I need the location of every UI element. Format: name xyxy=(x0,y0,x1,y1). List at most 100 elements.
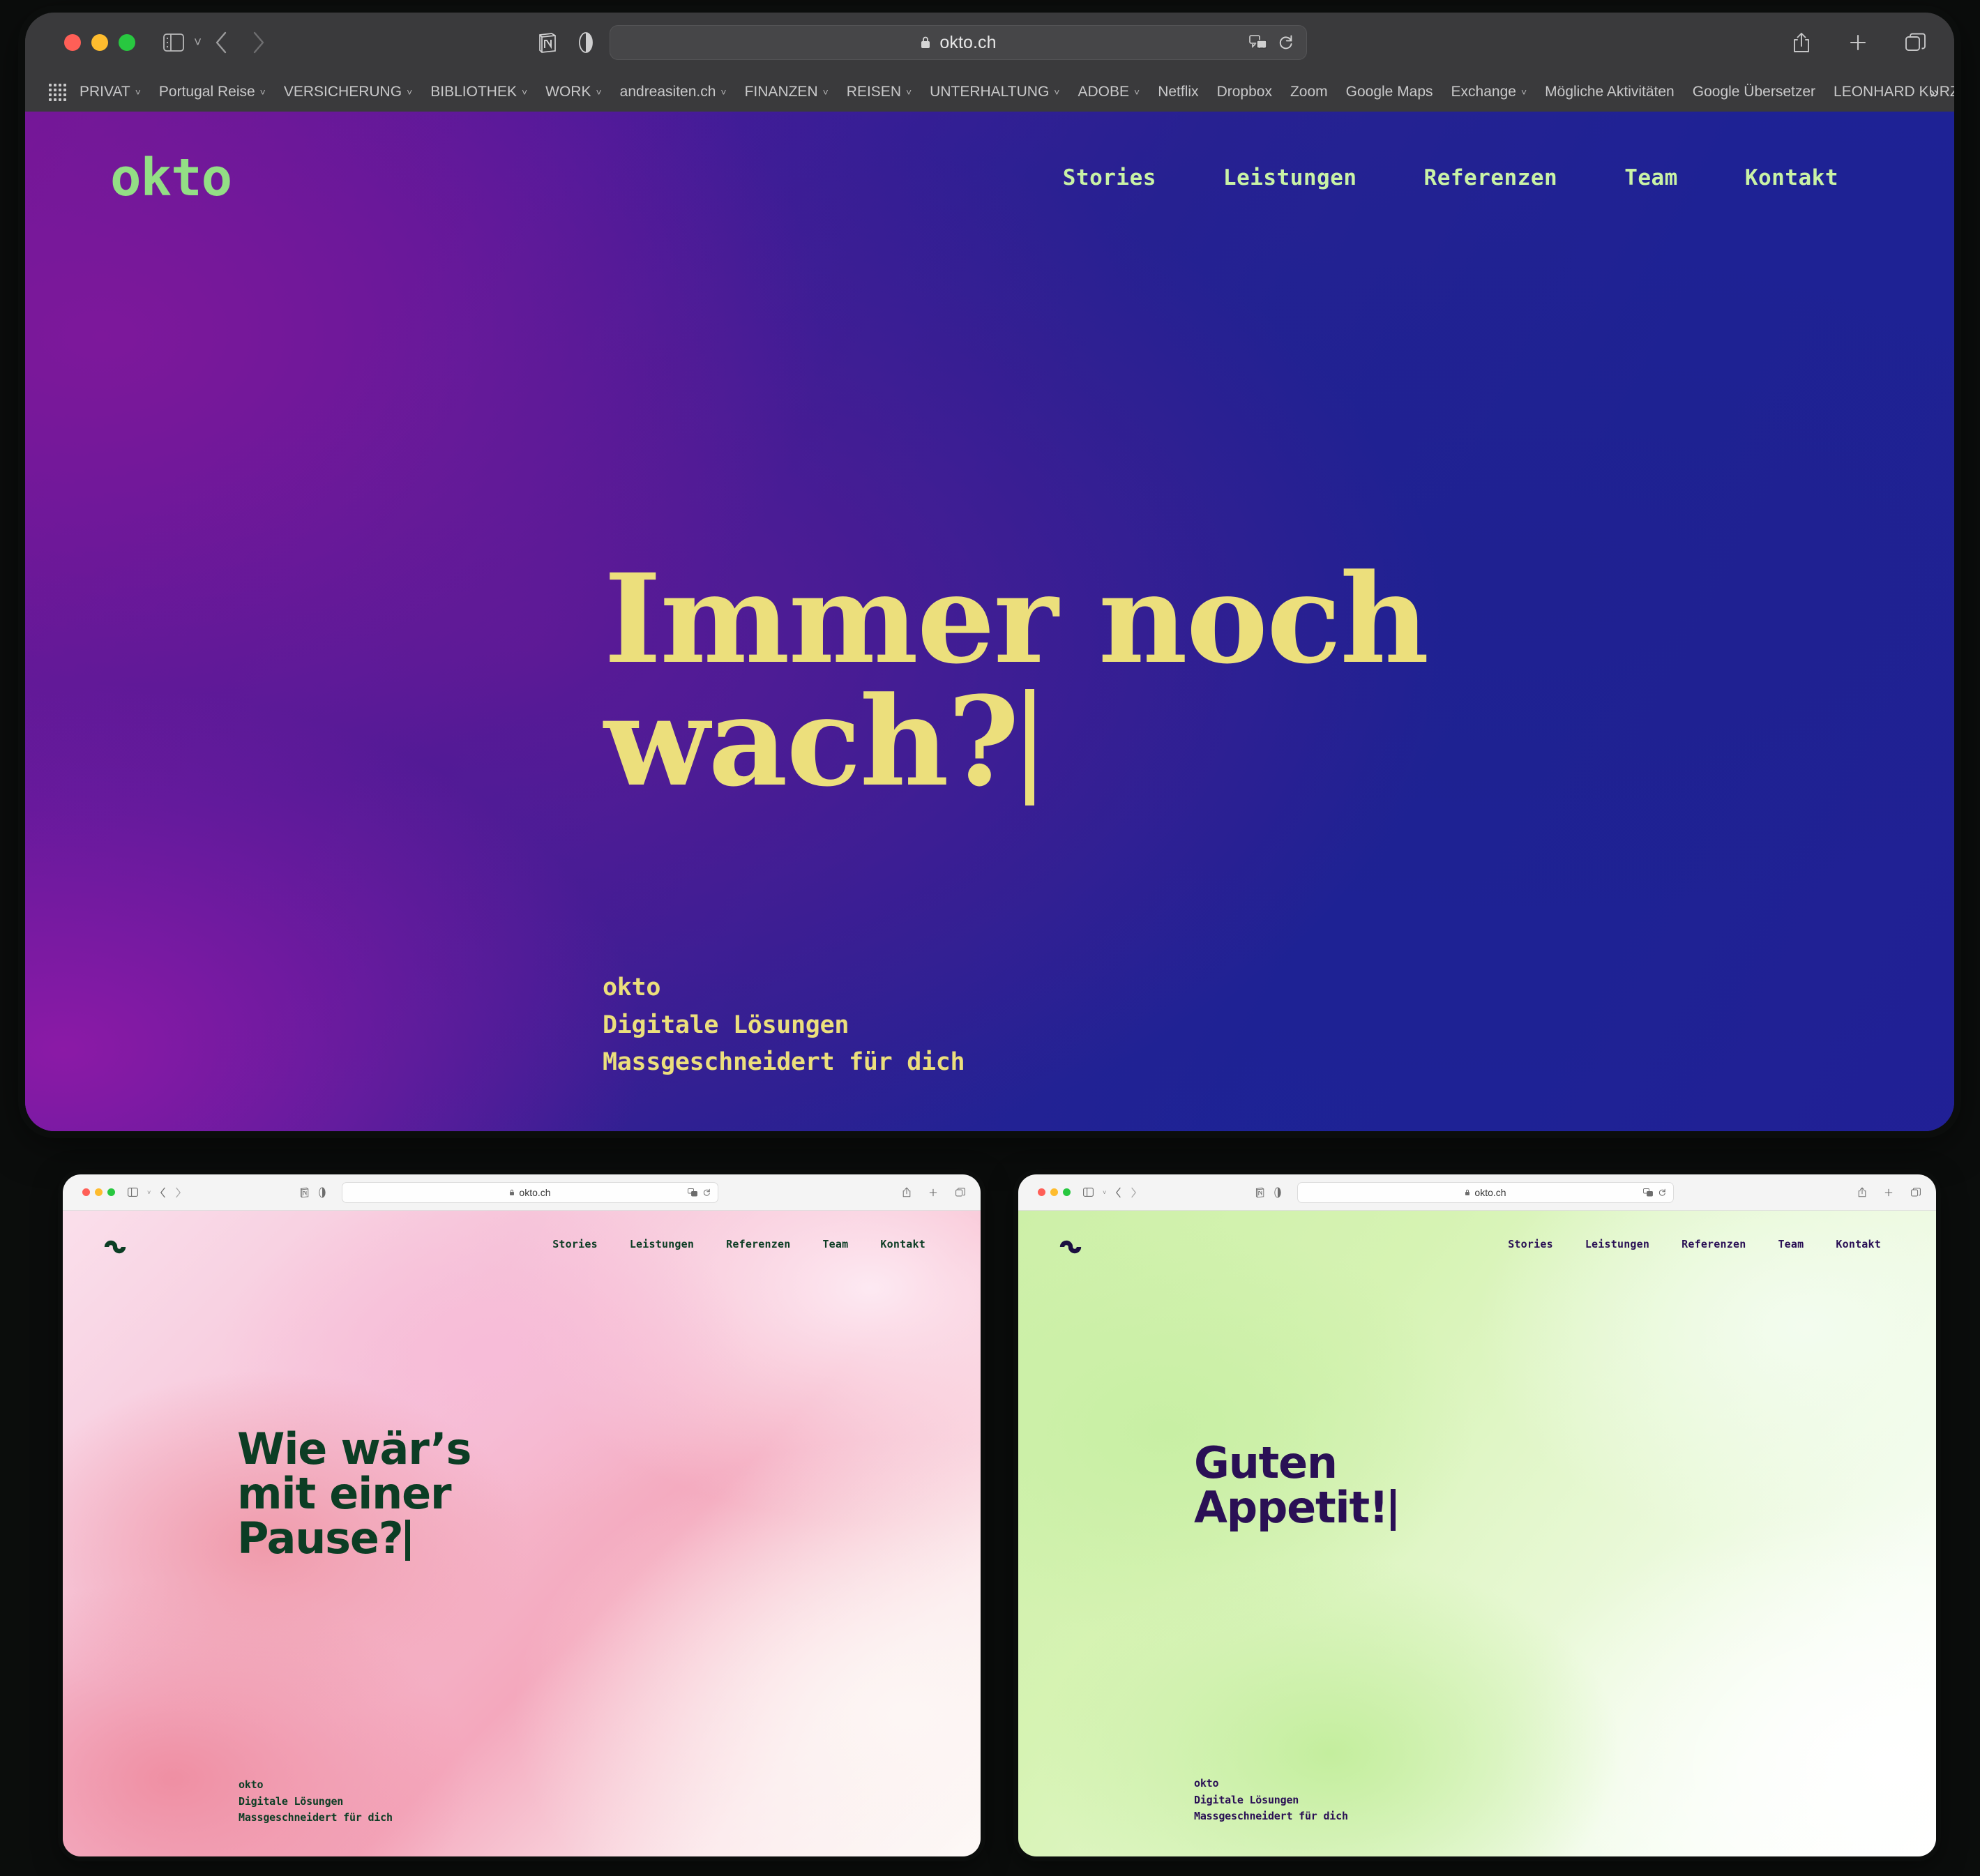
translate-icon[interactable]: 文 xyxy=(1249,35,1267,50)
plus-icon[interactable] xyxy=(1849,33,1867,52)
bookmark-item[interactable]: WORK ˅ xyxy=(536,82,611,103)
chevron-down-icon[interactable]: ˅ xyxy=(194,36,202,50)
translate-icon[interactable] xyxy=(1643,1188,1653,1197)
close-button[interactable] xyxy=(82,1188,90,1196)
minimize-button[interactable] xyxy=(95,1188,103,1196)
bookmark-item[interactable]: PRIVAT ˅ xyxy=(70,82,150,103)
address-bar-actions xyxy=(688,1188,711,1197)
nav-item-stories[interactable]: Stories xyxy=(1492,1238,1569,1250)
nav-item-stories[interactable]: Stories xyxy=(536,1238,614,1250)
plus-icon[interactable] xyxy=(1884,1188,1893,1197)
nav-item-leistungen[interactable]: Leistungen xyxy=(1569,1238,1665,1250)
bookmark-item[interactable]: Mögliche Aktivitäten xyxy=(1536,82,1684,103)
apps-grid-icon[interactable] xyxy=(49,83,66,101)
translate-icon[interactable] xyxy=(688,1188,697,1197)
share-icon[interactable] xyxy=(902,1187,911,1197)
notion-extension-icon[interactable] xyxy=(538,31,557,54)
bookmark-label: Dropbox xyxy=(1216,84,1272,100)
share-icon[interactable] xyxy=(1858,1187,1866,1197)
reader-contrast-icon[interactable] xyxy=(1274,1187,1281,1198)
forward-chevron-icon[interactable] xyxy=(1131,1187,1137,1198)
reload-icon[interactable] xyxy=(703,1188,711,1197)
browser-window-pink: ˅ okto.ch Stories Leistungen Referenzen … xyxy=(63,1174,981,1856)
forward-chevron-icon[interactable] xyxy=(252,31,266,54)
okto-wave-mark-icon[interactable] xyxy=(103,1232,127,1256)
minimize-button[interactable] xyxy=(91,34,108,51)
nav-item-referenzen[interactable]: Referenzen xyxy=(1665,1238,1762,1250)
close-button[interactable] xyxy=(1038,1188,1045,1196)
nav-item-kontakt[interactable]: Kontakt xyxy=(1711,165,1872,190)
reload-icon[interactable] xyxy=(1658,1188,1666,1197)
minimize-button[interactable] xyxy=(1050,1188,1058,1196)
okto-wave-mark-icon[interactable] xyxy=(1059,1232,1082,1256)
address-bar[interactable]: okto.ch 文 xyxy=(610,25,1307,60)
headline-line-2-wrap: Appetit! xyxy=(1194,1485,1396,1531)
bookmark-item[interactable]: REISEN ˅ xyxy=(838,82,921,103)
bookmark-label: PRIVAT xyxy=(80,84,130,100)
bookmark-label: Exchange xyxy=(1451,84,1516,100)
nav-item-leistungen[interactable]: Leistungen xyxy=(614,1238,710,1250)
nav-item-stories[interactable]: Stories xyxy=(1029,165,1190,190)
reader-contrast-icon[interactable] xyxy=(319,1187,326,1198)
notion-extension-icon[interactable] xyxy=(1255,1187,1264,1198)
headline-line-2: mit einer xyxy=(237,1467,452,1519)
chevron-down-icon: ˅ xyxy=(259,86,266,98)
nav-item-team[interactable]: Team xyxy=(1762,1238,1820,1250)
plus-icon[interactable] xyxy=(929,1188,937,1197)
bookmark-item[interactable]: Exchange ˅ xyxy=(1442,82,1536,103)
maximize-button[interactable] xyxy=(1063,1188,1071,1196)
sidebar-icon[interactable] xyxy=(163,33,184,52)
forward-chevron-icon[interactable] xyxy=(175,1187,181,1198)
reader-contrast-icon[interactable] xyxy=(578,31,594,54)
nav-item-referenzen[interactable]: Referenzen xyxy=(710,1238,806,1250)
close-button[interactable] xyxy=(64,34,81,51)
tab-overview-icon[interactable] xyxy=(1905,33,1926,52)
back-chevron-icon[interactable] xyxy=(1115,1187,1121,1198)
bookmark-item[interactable]: Netflix xyxy=(1149,82,1207,103)
bookmark-item[interactable]: Zoom xyxy=(1281,82,1337,103)
extension-icons xyxy=(1255,1187,1281,1198)
bookmark-item[interactable]: Dropbox xyxy=(1208,82,1281,103)
site-nav: Stories Leistungen Referenzen Team Konta… xyxy=(1029,165,1872,190)
bookmark-item[interactable]: BIBLIOTHEK ˅ xyxy=(421,82,536,103)
maximize-button[interactable] xyxy=(107,1188,115,1196)
bookmark-item[interactable]: ADOBE ˅ xyxy=(1068,82,1149,103)
bookmark-item[interactable]: andreasiten.ch ˅ xyxy=(611,82,736,103)
share-icon[interactable] xyxy=(1792,31,1811,54)
headline-line-1: Immer noch xyxy=(604,547,1429,691)
lock-icon xyxy=(920,36,931,50)
tab-overview-icon[interactable] xyxy=(1911,1188,1921,1197)
bookmarks-overflow-icon[interactable]: » xyxy=(1930,83,1939,102)
reload-icon[interactable] xyxy=(1278,34,1294,51)
sidebar-icon[interactable] xyxy=(128,1188,138,1197)
nav-item-referenzen[interactable]: Referenzen xyxy=(1391,165,1592,190)
notion-extension-icon[interactable] xyxy=(300,1187,309,1198)
tab-overview-icon[interactable] xyxy=(955,1188,965,1197)
address-bar[interactable]: okto.ch xyxy=(342,1181,718,1203)
window-traffic-lights[interactable] xyxy=(82,1188,115,1196)
nav-group: ˅ xyxy=(1083,1187,1137,1198)
nav-item-team[interactable]: Team xyxy=(806,1238,864,1250)
okto-logo[interactable]: okto xyxy=(110,152,232,204)
maximize-button[interactable] xyxy=(119,34,135,51)
bookmark-item[interactable]: UNTERHALTUNG ˅ xyxy=(921,82,1068,103)
bookmark-item[interactable]: VERSICHERUNG ˅ xyxy=(275,82,421,103)
nav-item-kontakt[interactable]: Kontakt xyxy=(1820,1238,1897,1250)
bookmark-item[interactable]: Google Maps xyxy=(1337,82,1442,103)
window-traffic-lights[interactable] xyxy=(1038,1188,1071,1196)
back-chevron-icon[interactable] xyxy=(214,31,228,54)
nav-item-team[interactable]: Team xyxy=(1591,165,1711,190)
bookmark-item[interactable]: Portugal Reise ˅ xyxy=(150,82,275,103)
nav-item-kontakt[interactable]: Kontakt xyxy=(864,1238,942,1250)
back-chevron-icon[interactable] xyxy=(160,1187,166,1198)
window-traffic-lights[interactable] xyxy=(64,34,135,51)
chevron-down-icon[interactable]: ˅ xyxy=(1103,1189,1106,1196)
bookmark-item[interactable]: FINANZEN ˅ xyxy=(736,82,838,103)
address-bar[interactable]: okto.ch xyxy=(1297,1181,1674,1203)
svg-text:文: 文 xyxy=(1259,41,1264,48)
chevron-down-icon[interactable]: ˅ xyxy=(147,1189,151,1196)
bookmark-item[interactable]: Google Übersetzer xyxy=(1684,82,1824,103)
sidebar-icon[interactable] xyxy=(1083,1188,1094,1197)
nav-item-leistungen[interactable]: Leistungen xyxy=(1190,165,1391,190)
bookmark-label: Zoom xyxy=(1290,84,1328,100)
